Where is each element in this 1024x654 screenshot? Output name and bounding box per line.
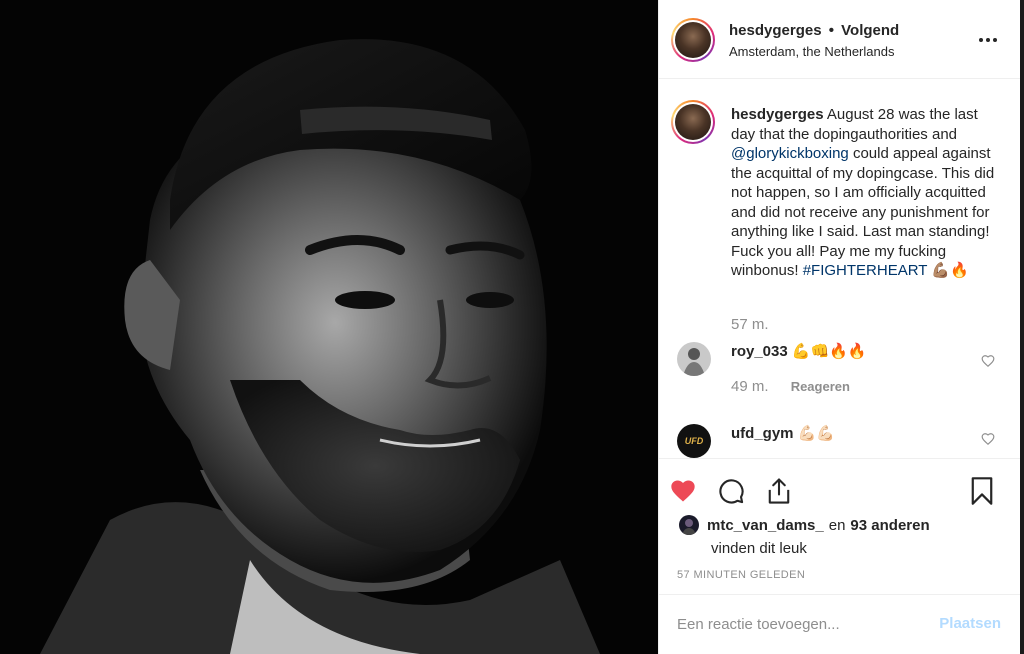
location-link[interactable]: Amsterdam, the Netherlands [729,44,894,59]
mention-link[interactable]: @glorykickboxing [731,145,849,162]
heart-outline-icon[interactable] [981,354,995,368]
liker-username[interactable]: mtc_van_dams_ [707,517,824,534]
reply-button[interactable]: Reageren [791,379,850,394]
hashtag-link[interactable]: #FIGHTERHEART [803,262,927,279]
comment-meta: 49 m. Reageren [731,378,850,395]
likes-conjunction: en [828,516,846,534]
post-header: hesdygerges • Volgend Amsterdam, the Net… [659,0,1020,79]
caption-avatar[interactable] [671,100,715,144]
likes-others-link[interactable]: 93 anderen [850,517,929,534]
caption-username[interactable]: hesdygerges [731,106,824,123]
separator-dot: • [828,22,834,39]
follow-status-button[interactable]: Volgend [841,22,899,39]
liker-avatar[interactable] [679,515,699,535]
ufd-logo-text: UFD [685,436,704,446]
comment-username[interactable]: roy_033 [731,343,788,360]
more-icon[interactable] [976,30,1000,50]
comments-list[interactable]: hesdygerges August 28 was the last day t… [659,80,1021,458]
post-actions: mtc_van_dams_ en 93 anderen vinden dit l… [659,458,1021,608]
heart-icon[interactable] [669,477,697,505]
add-comment-bar: Plaatsen [659,594,1021,654]
portrait-image [0,0,658,654]
comment-body: ufd_gym 💪🏻💪🏻 [731,424,835,442]
comment-input[interactable] [677,611,927,637]
comment-body: roy_033 💪👊🔥🔥 [731,342,867,360]
comment-icon[interactable] [717,477,745,505]
author-username[interactable]: hesdygerges [729,22,822,39]
caption-time[interactable]: 57 m. [731,316,769,333]
caption-body-2: could appeal against the acquittal of my… [731,145,995,279]
likes-summary: mtc_van_dams_ en 93 anderen [679,515,930,535]
bookmark-icon[interactable] [969,476,995,506]
caption-emoji: 💪🏽🔥 [927,262,969,279]
commenter-avatar[interactable]: UFD [677,424,711,458]
window-edge [1020,0,1024,654]
likes-suffix: vinden dit leuk [711,540,807,557]
caption-text: hesdygerges August 28 was the last day t… [731,105,1001,281]
share-icon[interactable] [765,476,793,506]
comment-time[interactable]: 49 m. [731,378,769,395]
heart-outline-icon[interactable] [981,432,995,446]
commenter-avatar[interactable] [677,342,711,376]
post-side-panel: hesdygerges • Volgend Amsterdam, the Net… [658,0,1021,654]
comment-text: 💪👊🔥🔥 [791,343,867,360]
author-line: hesdygerges • Volgend [729,22,899,39]
post-comment-button[interactable]: Plaatsen [939,615,1001,632]
post-photo[interactable] [0,0,658,654]
comment-username[interactable]: ufd_gym [731,425,794,442]
post-timestamp[interactable]: 57 minuten geleden [677,569,805,581]
author-avatar[interactable] [671,18,715,62]
comment-text: 💪🏻💪🏻 [797,425,836,442]
